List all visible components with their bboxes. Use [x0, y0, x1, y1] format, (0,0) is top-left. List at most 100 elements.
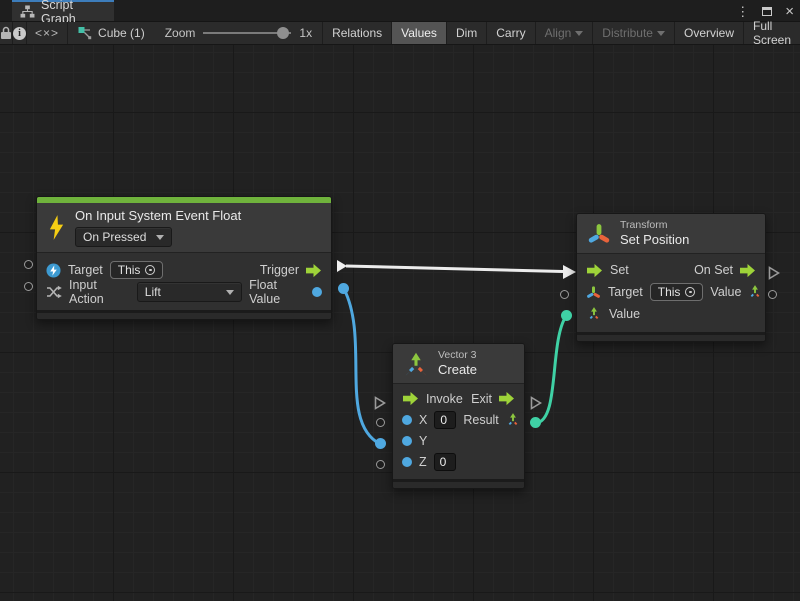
input-action-value: Lift	[145, 285, 161, 299]
z-value-field[interactable]	[434, 453, 456, 471]
zoom-slider-knob[interactable]	[277, 27, 289, 39]
maximize-icon[interactable]	[762, 7, 772, 16]
toolbar-button-overview[interactable]: Overview	[675, 22, 744, 44]
port-in-x[interactable]	[376, 418, 385, 427]
chip-label: This	[658, 285, 681, 299]
caret-down-icon	[226, 290, 234, 295]
port-row-value: Value	[577, 303, 765, 325]
invoke-label: Invoke	[426, 392, 463, 406]
button-label: Relations	[332, 26, 382, 40]
node-vector3-create[interactable]: Vector 3 Create Invoke Exit X Result	[392, 343, 525, 489]
value-out-label: Value	[710, 285, 741, 299]
z-label: Z	[419, 455, 427, 469]
tab-bar: Script Graph ⋮ ×	[0, 0, 800, 22]
port-out-trigger-connected[interactable]	[336, 259, 348, 273]
close-icon[interactable]: ×	[785, 4, 794, 19]
flow-arrow-icon	[739, 263, 756, 278]
node-body: Target This Trigger Input Action Lift	[37, 253, 331, 310]
graph-tree-icon	[20, 5, 35, 18]
button-label: Full Screen	[753, 19, 791, 47]
input-action-label: Input Action	[69, 278, 130, 306]
node-on-input-system-event-float[interactable]: On Input System Event Float On Pressed T…	[36, 196, 332, 320]
object-picker-icon	[145, 265, 155, 275]
button-label: Dim	[456, 26, 477, 40]
port-out-result-connected[interactable]	[530, 417, 541, 428]
tab-script-graph[interactable]: Script Graph	[12, 0, 114, 21]
node-header[interactable]: Vector 3 Create	[393, 344, 524, 384]
target-self-chip[interactable]: This	[650, 283, 704, 301]
code-brackets-icon: <×>	[35, 26, 59, 40]
node-set-position[interactable]: Transform Set Position Set On Set Target…	[576, 213, 766, 342]
caret-down-icon	[156, 235, 164, 240]
target-label: Target	[608, 285, 643, 299]
caret-down-icon	[575, 31, 583, 36]
transform-icon	[586, 285, 601, 300]
port-in-y-connected[interactable]	[375, 438, 386, 449]
input-action-dropdown[interactable]: Lift	[137, 282, 242, 302]
toolbar-button-align[interactable]: Align	[536, 22, 594, 44]
graph-reference-breadcrumb[interactable]: Cube (1)	[68, 22, 155, 44]
info-icon: i	[13, 27, 26, 40]
zoom-control: Zoom 1x	[155, 22, 323, 44]
port-row-target: Target This Value	[577, 281, 765, 303]
on-set-label: On Set	[694, 263, 733, 277]
vector3-icon	[403, 351, 429, 377]
vector3-type-icon	[747, 284, 763, 300]
port-row-invoke: Invoke Exit	[393, 388, 524, 409]
node-title: Create	[438, 362, 477, 378]
toolbar-button-distribute[interactable]: Distribute	[593, 22, 675, 44]
toolbar-button-fullscreen[interactable]: Full Screen	[744, 22, 800, 44]
target-label: Target	[68, 263, 103, 277]
graph-toolbar: i <×> Cube (1) Zoom 1x Relations Values …	[0, 22, 800, 45]
flow-arrow-icon	[498, 391, 515, 406]
code-preview-button[interactable]: <×>	[27, 22, 68, 44]
port-out-exit[interactable]	[530, 396, 542, 410]
button-label: Carry	[496, 26, 525, 40]
button-label: Overview	[684, 26, 734, 40]
script-graph-window: Script Graph ⋮ × i <×> Cube (1) Zoom	[0, 0, 800, 601]
event-mode-dropdown[interactable]: On Pressed	[75, 227, 172, 247]
toolbar-button-carry[interactable]: Carry	[487, 22, 535, 44]
port-in-transform-target[interactable]	[560, 290, 569, 299]
inspect-button[interactable]: i	[13, 22, 27, 44]
trigger-label: Trigger	[260, 263, 299, 277]
vector3-type-icon	[586, 306, 602, 322]
target-self-chip[interactable]: This	[110, 261, 164, 279]
port-in-invoke[interactable]	[374, 396, 386, 410]
object-picker-icon	[685, 287, 695, 297]
float-type-icon	[402, 415, 412, 425]
y-label: Y	[419, 434, 427, 448]
x-value-field[interactable]	[434, 411, 456, 429]
toolbar-button-relations[interactable]: Relations	[323, 22, 392, 44]
port-in-target[interactable]	[24, 260, 33, 269]
transform-icon	[587, 222, 611, 246]
zoom-value: 1x	[299, 26, 312, 40]
toolbar-button-values[interactable]: Values	[392, 22, 447, 44]
button-label: Values	[401, 26, 437, 40]
port-out-on-set[interactable]	[768, 266, 780, 280]
input-action-icon	[46, 284, 62, 300]
x-label: X	[419, 413, 427, 427]
port-in-input-action[interactable]	[24, 282, 33, 291]
port-out-float-value-connected[interactable]	[338, 283, 349, 294]
float-type-icon	[402, 457, 412, 467]
chip-label: This	[118, 263, 141, 277]
zoom-label: Zoom	[165, 26, 196, 40]
port-out-transform-value[interactable]	[768, 290, 777, 299]
input-system-event-icon	[46, 263, 61, 278]
lock-icon	[0, 26, 12, 40]
port-in-z[interactable]	[376, 460, 385, 469]
lock-button[interactable]	[0, 22, 13, 44]
node-header[interactable]: On Input System Event Float On Pressed	[37, 203, 331, 253]
graph-asset-icon	[78, 26, 92, 40]
node-footer	[37, 310, 331, 319]
zoom-slider[interactable]	[203, 26, 291, 40]
port-row-x: X Result	[393, 409, 524, 430]
toolbar-button-dim[interactable]: Dim	[447, 22, 487, 44]
graph-reference-label: Cube (1)	[98, 26, 145, 40]
node-header[interactable]: Transform Set Position	[577, 214, 765, 254]
port-in-transform-value-connected[interactable]	[561, 310, 572, 321]
menu-kebab-icon[interactable]: ⋮	[736, 5, 749, 18]
node-body: Set On Set Target This Value	[577, 254, 765, 332]
lightning-bolt-icon	[47, 215, 66, 240]
